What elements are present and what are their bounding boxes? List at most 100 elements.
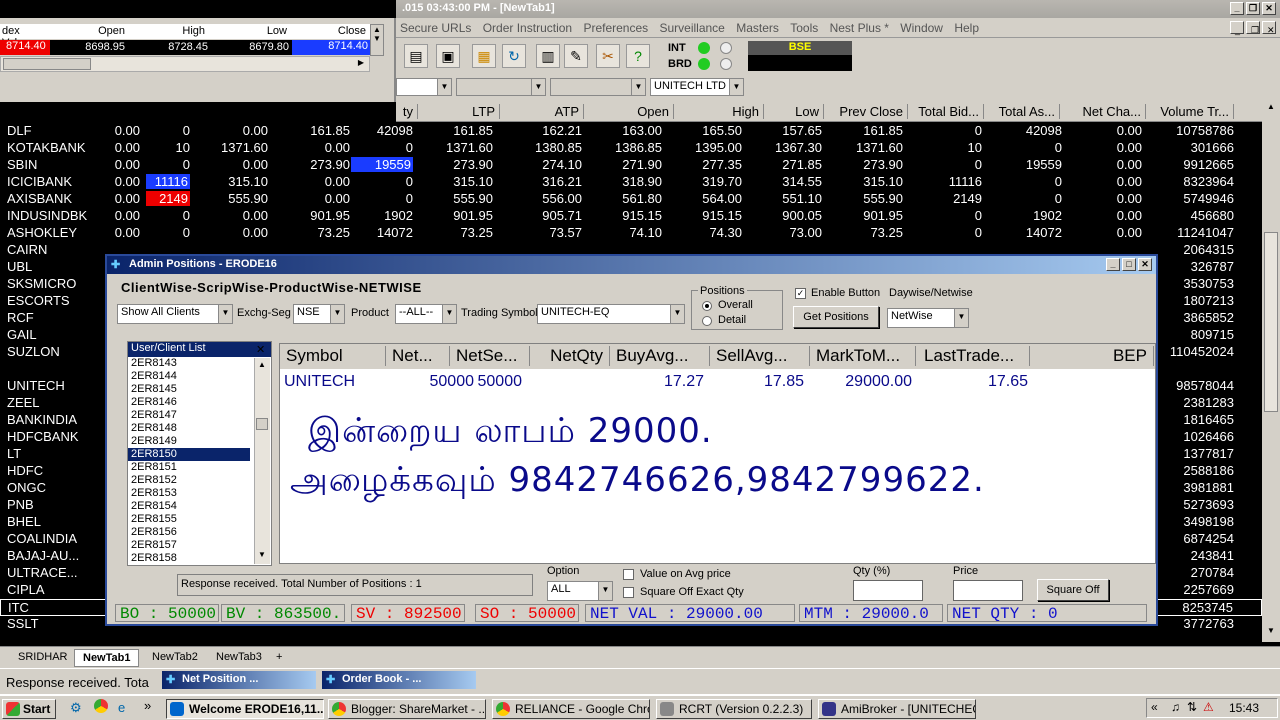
- menu-nest-plus[interactable]: Nest Plus *: [826, 18, 893, 38]
- grid-row[interactable]: ICICIBANK 0.00 11116 315.10 0.00 0 315.10 316.2…: [0, 174, 1262, 191]
- minimized-order-book[interactable]: ✚ Order Book - ...: [322, 671, 476, 689]
- grid-col-low[interactable]: Low: [766, 104, 824, 119]
- menu-masters[interactable]: Masters: [732, 18, 783, 38]
- client-scroll-thumb[interactable]: [256, 418, 268, 430]
- filter-select-2[interactable]: ▼: [456, 78, 546, 96]
- option-select[interactable]: ALL ▼: [547, 581, 613, 601]
- tray-warning-icon[interactable]: ⚠: [1203, 700, 1214, 714]
- menu-help[interactable]: Help: [950, 18, 983, 38]
- task-rcrt[interactable]: RCRT (Version 0.2.2.3): [656, 699, 812, 719]
- client-list-item[interactable]: 2ER8150: [128, 448, 250, 461]
- clients-select[interactable]: Show All Clients ▼: [117, 304, 233, 324]
- dialog-close-icon[interactable]: ✕: [1138, 258, 1152, 271]
- scroll-up-icon[interactable]: ▲: [1264, 102, 1278, 116]
- client-list-item[interactable]: 2ER8143: [128, 357, 250, 370]
- positions-row[interactable]: UNITECH 50000 50000 17.27 17.85 29000.00 17.65: [280, 371, 1155, 393]
- grid-col-net-change[interactable]: Net Cha...: [1066, 104, 1146, 119]
- tray-network-icon[interactable]: ⇅: [1187, 700, 1197, 714]
- index-vscroll[interactable]: ▲ ▼: [370, 24, 384, 56]
- client-list-item[interactable]: 2ER8157: [128, 539, 250, 552]
- client-list-item[interactable]: 2ER8146: [128, 396, 250, 409]
- close-icon[interactable]: ✕: [1262, 2, 1276, 15]
- grid-col-prev-close[interactable]: Prev Close: [828, 104, 908, 119]
- index-hscroll[interactable]: ▶: [0, 56, 370, 72]
- grid-col-total-bid[interactable]: Total Bid...: [912, 104, 984, 119]
- client-list-item[interactable]: 2ER8145: [128, 383, 250, 396]
- task-welcome[interactable]: Welcome ERODE16,11...: [166, 699, 324, 719]
- client-list-item[interactable]: 2ER8154: [128, 500, 250, 513]
- grid-row[interactable]: DLF 0.00 0 0.00 161.85 42098 161.85 162.21 163.0…: [0, 123, 1262, 140]
- pos-col-net-sell[interactable]: NetSe...: [452, 346, 530, 366]
- stop-icon[interactable]: ▣: [436, 44, 460, 68]
- index-row[interactable]: 8714.40 8698.95 8728.45 8679.80 8714.40: [0, 40, 370, 55]
- building-icon[interactable]: ▦: [472, 44, 496, 68]
- exchseg-select[interactable]: NSE ▼: [293, 304, 345, 324]
- square-exact-checkbox[interactable]: [623, 587, 634, 598]
- edit-icon[interactable]: ✎: [564, 44, 588, 68]
- netwise-select[interactable]: NetWise ▼: [887, 308, 969, 328]
- client-list-item[interactable]: 2ER8144: [128, 370, 250, 383]
- tools-icon[interactable]: ✂: [596, 44, 620, 68]
- minimized-net-position[interactable]: ✚ Net Position ...: [162, 671, 316, 689]
- grid-row[interactable]: SBIN 0.00 0 0.00 273.90 19559 273.90 274.10 271.…: [0, 157, 1262, 174]
- tab-newtab2[interactable]: NewTab2: [144, 649, 206, 667]
- task-reliance[interactable]: RELIANCE - Google Chrome: [492, 699, 650, 719]
- tab-newtab3[interactable]: NewTab3: [208, 649, 270, 667]
- pos-col-net-buy[interactable]: Net...: [388, 346, 450, 366]
- window-icon[interactable]: ▤: [404, 44, 428, 68]
- pos-col-sell-avg[interactable]: SellAvg...: [712, 346, 810, 366]
- value-avg-checkbox[interactable]: [623, 569, 634, 580]
- quicklaunch-icon[interactable]: ⚙: [70, 700, 82, 716]
- dialog-maximize-icon[interactable]: □: [1122, 258, 1136, 271]
- grid-col-open[interactable]: Open: [588, 104, 674, 119]
- mdi-close-icon[interactable]: ✕: [1262, 21, 1276, 35]
- grid-col-high[interactable]: High: [678, 104, 764, 119]
- tab-add[interactable]: +: [268, 649, 290, 667]
- product-select[interactable]: --ALL-- ▼: [395, 304, 457, 324]
- grid-row[interactable]: AXISBANK 0.00 2149 555.90 0.00 0 555.90 556.00 5…: [0, 191, 1262, 208]
- hscroll-thumb[interactable]: [3, 58, 91, 70]
- start-button[interactable]: Start: [2, 699, 56, 719]
- menu-order-instruction[interactable]: Order Instruction: [479, 18, 576, 38]
- dialog-minimize-icon[interactable]: _: [1106, 258, 1120, 271]
- task-amibroker[interactable]: AmiBroker - [UNITECHEQ...: [818, 699, 976, 719]
- client-list-item[interactable]: 2ER8147: [128, 409, 250, 422]
- vscroll-thumb[interactable]: [1264, 232, 1278, 412]
- client-list-item[interactable]: 2ER8153: [128, 487, 250, 500]
- client-list-item[interactable]: 2ER8149: [128, 435, 250, 448]
- scroll-right-icon[interactable]: ▶: [355, 58, 367, 70]
- enable-button-checkbox[interactable]: ✓: [795, 288, 806, 299]
- pos-col-bep[interactable]: BEP: [1034, 346, 1154, 366]
- ie-icon[interactable]: e: [118, 700, 125, 715]
- tray-expand-icon[interactable]: «: [1151, 700, 1158, 714]
- client-list-item[interactable]: 2ER8148: [128, 422, 250, 435]
- detail-radio[interactable]: [702, 316, 712, 326]
- task-blogger[interactable]: Blogger: ShareMarket - ...: [328, 699, 486, 719]
- help-icon[interactable]: ?: [626, 44, 650, 68]
- client-list-scroll[interactable]: ▲ ▼: [254, 358, 270, 564]
- document-icon[interactable]: ▥: [536, 44, 560, 68]
- pos-col-symbol[interactable]: Symbol: [282, 346, 386, 366]
- grid-vscroll[interactable]: ▲ ▼: [1262, 102, 1280, 642]
- client-list-item[interactable]: 2ER8155: [128, 513, 250, 526]
- refresh-icon[interactable]: ↻: [502, 44, 526, 68]
- square-off-button[interactable]: Square Off: [1037, 579, 1109, 601]
- get-positions-button[interactable]: Get Positions: [793, 306, 879, 328]
- menu-secure-urls[interactable]: Secure URLs: [396, 18, 475, 38]
- pos-col-last-trade[interactable]: LastTrade...: [920, 346, 1030, 366]
- grid-row[interactable]: ASHOKLEY 0.00 0 0.00 73.25 14072 73.25 73.57 74.…: [0, 225, 1262, 242]
- client-list-item[interactable]: 2ER8158: [128, 552, 250, 565]
- grid-row[interactable]: KOTAKBANK 0.00 10 1371.60 0.00 0 1371.60 1380.8…: [0, 140, 1262, 157]
- filter-select-1[interactable]: ▼: [396, 78, 452, 96]
- client-list-item[interactable]: 2ER8156: [128, 526, 250, 539]
- menu-surveillance[interactable]: Surveillance: [655, 18, 728, 38]
- pos-col-buy-avg[interactable]: BuyAvg...: [612, 346, 710, 366]
- mdi-restore-icon[interactable]: ❐: [1246, 21, 1260, 35]
- tray-speaker-icon[interactable]: ♫: [1171, 700, 1180, 714]
- grid-row[interactable]: INDUSINDBK 0.00 0 0.00 901.95 1902 901.95 905.7…: [0, 208, 1262, 225]
- tab-newtab1[interactable]: NewTab1: [74, 649, 140, 667]
- overall-radio[interactable]: [702, 301, 712, 311]
- pos-col-net-qty[interactable]: NetQty: [532, 346, 610, 366]
- grid-col-qty[interactable]: ty: [396, 104, 418, 119]
- minimize-icon[interactable]: _: [1230, 2, 1244, 15]
